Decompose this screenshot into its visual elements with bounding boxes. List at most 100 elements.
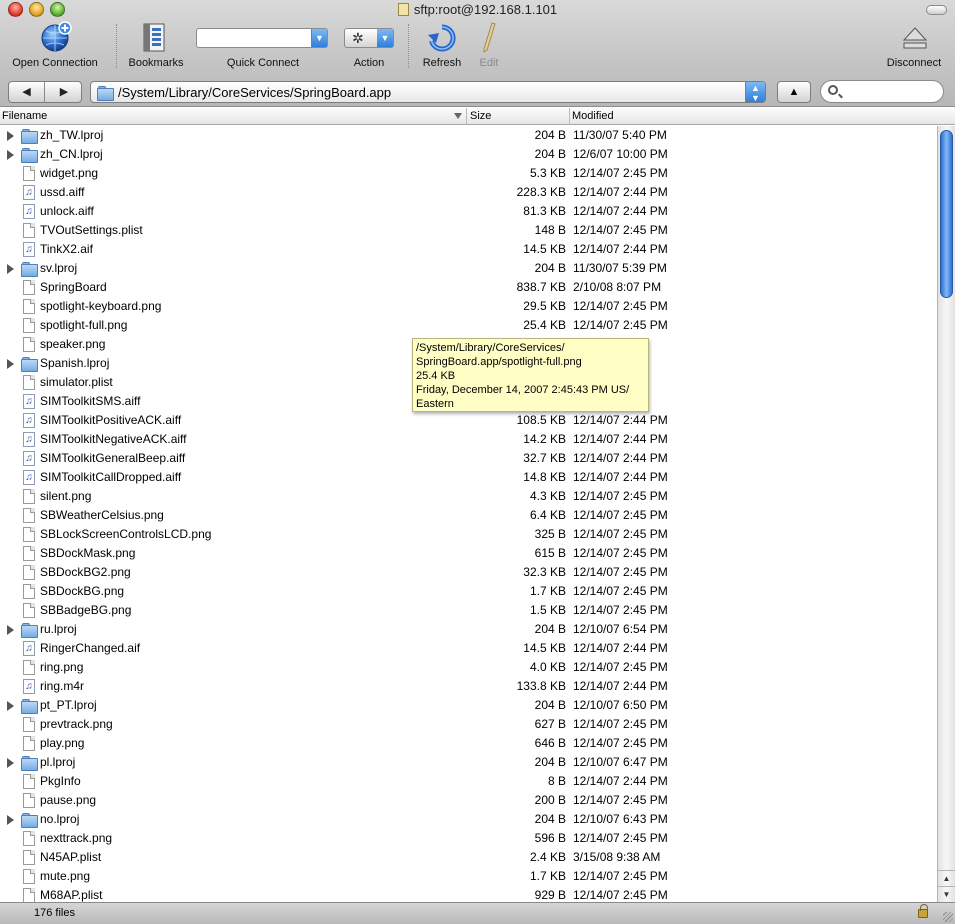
- file-size: 1.7 KB: [529, 584, 566, 598]
- size-column-header[interactable]: Size: [470, 110, 491, 122]
- file-row[interactable]: ♫ ussd.aiff 228.3 KB 12/14/07 2:44 PM: [0, 183, 937, 202]
- path-popup-arrows[interactable]: ▲ ▼: [745, 82, 765, 103]
- document-icon: [23, 318, 35, 333]
- edit-button[interactable]: Edit: [472, 20, 506, 70]
- filename-column-header[interactable]: Filename: [2, 110, 47, 122]
- file-row[interactable]: ring.png 4.0 KB 12/14/07 2:45 PM: [0, 658, 937, 677]
- column-divider[interactable]: [569, 108, 570, 125]
- quick-connect-item: Quick Connect: [196, 20, 330, 70]
- file-row[interactable]: pause.png 200 B 12/14/07 2:45 PM: [0, 791, 937, 810]
- audio-file-icon: ♫: [23, 679, 35, 694]
- file-row[interactable]: ♫ unlock.aiff 81.3 KB 12/14/07 2:44 PM: [0, 202, 937, 221]
- file-modified: 12/10/07 6:54 PM: [573, 622, 668, 636]
- file-row[interactable]: SBDockBG.png 1.7 KB 12/14/07 2:45 PM: [0, 582, 937, 601]
- file-name: unlock.aiff: [40, 204, 94, 218]
- file-row[interactable]: zh_CN.lproj 204 B 12/6/07 10:00 PM: [0, 145, 937, 164]
- file-modified: 12/14/07 2:45 PM: [573, 831, 668, 845]
- file-modified: 12/14/07 2:45 PM: [573, 584, 668, 598]
- forward-button[interactable]: ▶: [46, 82, 82, 102]
- file-name: SIMToolkitGeneralBeep.aiff: [40, 451, 186, 465]
- disconnect-button[interactable]: Disconnect: [878, 20, 950, 70]
- file-row[interactable]: ♫ RingerChanged.aif 14.5 KB 12/14/07 2:44 P…: [0, 639, 937, 658]
- file-row[interactable]: mute.png 1.7 KB 12/14/07 2:45 PM: [0, 867, 937, 886]
- folder-icon: [21, 356, 38, 372]
- file-row[interactable]: nexttrack.png 596 B 12/14/07 2:45 PM: [0, 829, 937, 848]
- modified-column-header[interactable]: Modified: [572, 110, 614, 122]
- disclosure-triangle-icon[interactable]: [7, 150, 14, 160]
- file-name: silent.png: [40, 489, 92, 503]
- file-row[interactable]: zh_TW.lproj 204 B 11/30/07 5:40 PM: [0, 126, 937, 145]
- path-popup[interactable]: /System/Library/CoreServices/SpringBoard…: [90, 81, 766, 103]
- open-connection-button[interactable]: Open Connection: [0, 20, 110, 70]
- disclosure-triangle-icon[interactable]: [7, 264, 14, 274]
- file-name: pl.lproj: [40, 755, 76, 769]
- scroll-down-arrow[interactable]: ▼: [938, 886, 955, 902]
- file-name: speaker.png: [40, 337, 106, 351]
- folder-icon: [21, 147, 38, 163]
- file-row[interactable]: M68AP.plist 929 B 12/14/07 2:45 PM: [0, 886, 937, 902]
- tooltip-line: /System/Library/CoreServices/: [416, 342, 565, 354]
- disclosure-triangle-icon[interactable]: [7, 815, 14, 825]
- search-input[interactable]: [820, 80, 944, 103]
- folder-icon: [21, 698, 38, 714]
- file-size: 325 B: [534, 527, 566, 541]
- disclosure-triangle-icon[interactable]: [7, 359, 14, 369]
- file-row[interactable]: pl.lproj 204 B 12/10/07 6:47 PM: [0, 753, 937, 772]
- file-row[interactable]: ♫ SIMToolkitCallDropped.aiff 14.8 KB 12/14/…: [0, 468, 937, 487]
- file-row[interactable]: ♫ SIMToolkitNegativeACK.aiff 14.2 KB 12/14/…: [0, 430, 937, 449]
- navigation-segment: ◀ ▶: [8, 81, 82, 103]
- file-size: 14.5 KB: [523, 641, 566, 655]
- scrollbar-thumb[interactable]: [940, 130, 953, 298]
- file-row[interactable]: prevtrack.png 627 B 12/14/07 2:45 PM: [0, 715, 937, 734]
- file-modified: 12/14/07 2:45 PM: [573, 793, 668, 807]
- audio-file-icon: ♫: [23, 394, 35, 409]
- toolbar-toggle-button[interactable]: [926, 5, 947, 15]
- refresh-button[interactable]: Refresh: [414, 20, 470, 70]
- file-row[interactable]: sv.lproj 204 B 11/30/07 5:39 PM: [0, 259, 937, 278]
- file-row[interactable]: ru.lproj 204 B 12/10/07 6:54 PM: [0, 620, 937, 639]
- file-row[interactable]: spotlight-full.png 25.4 KB 12/14/07 2:45 P…: [0, 316, 937, 335]
- disclosure-triangle-icon[interactable]: [7, 625, 14, 635]
- back-button[interactable]: ◀: [9, 82, 45, 102]
- file-row[interactable]: ♫ SIMToolkitPositiveACK.aiff 108.5 KB 12/14…: [0, 411, 937, 430]
- file-name: SIMToolkitSMS.aiff: [40, 394, 141, 408]
- file-row[interactable]: play.png 646 B 12/14/07 2:45 PM: [0, 734, 937, 753]
- disclosure-triangle-icon[interactable]: [7, 701, 14, 711]
- parent-directory-button[interactable]: ▲: [777, 81, 811, 103]
- file-row[interactable]: ♫ ring.m4r 133.8 KB 12/14/07 2:44 PM: [0, 677, 937, 696]
- file-row[interactable]: spotlight-keyboard.png 29.5 KB 12/14/07 2:…: [0, 297, 937, 316]
- file-modified: 12/14/07 2:45 PM: [573, 508, 668, 522]
- file-row[interactable]: PkgInfo 8 B 12/14/07 2:44 PM: [0, 772, 937, 791]
- resize-grip[interactable]: [943, 912, 953, 922]
- document-icon: [23, 736, 35, 751]
- file-modified: 12/14/07 2:45 PM: [573, 736, 668, 750]
- disclosure-triangle-icon[interactable]: [7, 758, 14, 768]
- file-row[interactable]: silent.png 4.3 KB 12/14/07 2:45 PM: [0, 487, 937, 506]
- scroll-up-arrow[interactable]: ▲: [938, 870, 955, 886]
- file-row[interactable]: SBWeatherCelsius.png 6.4 KB 12/14/07 2:45 …: [0, 506, 937, 525]
- file-row[interactable]: SpringBoard 838.7 KB 2/10/08 8:07 PM: [0, 278, 937, 297]
- disclosure-triangle-icon[interactable]: [7, 131, 14, 141]
- file-size: 29.5 KB: [523, 299, 566, 313]
- file-row[interactable]: widget.png 5.3 KB 12/14/07 2:45 PM: [0, 164, 937, 183]
- vertical-scrollbar[interactable]: ▲ ▼: [937, 126, 955, 902]
- disconnect-label: Disconnect: [886, 57, 942, 69]
- file-row[interactable]: SBDockBG2.png 32.3 KB 12/14/07 2:45 PM: [0, 563, 937, 582]
- file-row[interactable]: SBLockScreenControlsLCD.png 325 B 12/14/07…: [0, 525, 937, 544]
- column-divider[interactable]: [466, 108, 467, 125]
- file-row[interactable]: TVOutSettings.plist 148 B 12/14/07 2:45 PM: [0, 221, 937, 240]
- file-row[interactable]: no.lproj 204 B 12/10/07 6:43 PM: [0, 810, 937, 829]
- file-modified: 12/14/07 2:44 PM: [573, 679, 668, 693]
- document-icon: [23, 850, 35, 865]
- file-row[interactable]: pt_PT.lproj 204 B 12/10/07 6:50 PM: [0, 696, 937, 715]
- file-row[interactable]: SBBadgeBG.png 1.5 KB 12/14/07 2:45 PM: [0, 601, 937, 620]
- file-row[interactable]: ♫ SIMToolkitGeneralBeep.aiff 32.7 KB 12/14/…: [0, 449, 937, 468]
- file-count: 176 files: [34, 907, 75, 919]
- file-row[interactable]: N45AP.plist 2.4 KB 3/15/08 9:38 AM: [0, 848, 937, 867]
- file-row[interactable]: SBDockMask.png 615 B 12/14/07 2:45 PM: [0, 544, 937, 563]
- file-list[interactable]: zh_TW.lproj 204 B 11/30/07 5:40 PM zh_CN.lp…: [0, 126, 937, 902]
- bookmarks-button[interactable]: Bookmarks: [120, 20, 192, 70]
- document-icon: [23, 584, 35, 599]
- file-row[interactable]: ♫ TinkX2.aif 14.5 KB 12/14/07 2:44 PM: [0, 240, 937, 259]
- document-icon: [23, 375, 35, 390]
